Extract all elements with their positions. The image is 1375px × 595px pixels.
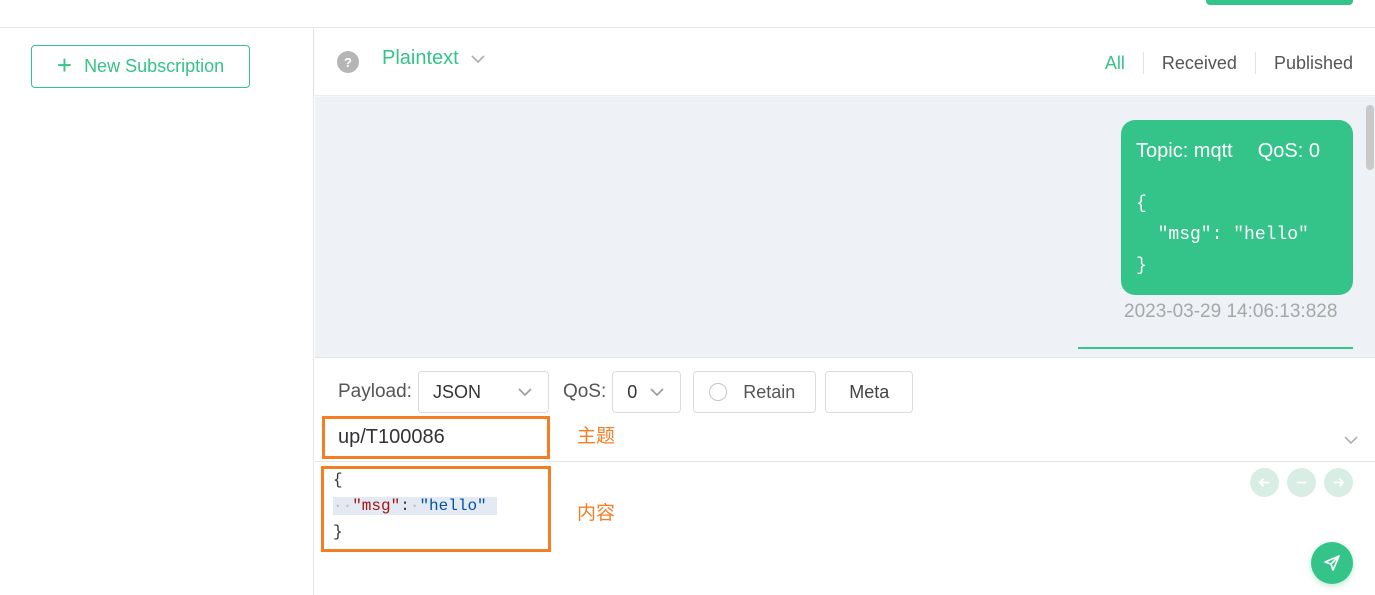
tab-received[interactable]: Received <box>1142 52 1255 74</box>
meta-button[interactable]: Meta <box>825 371 914 413</box>
code-line-1: { <box>333 471 343 489</box>
tab-published[interactable]: Published <box>1254 52 1353 74</box>
send-icon <box>1324 555 1340 571</box>
send-button[interactable] <box>1311 542 1353 584</box>
plus-icon: + <box>56 50 73 80</box>
publish-panel: Payload: JSON QoS: 0 Retain Meta up/T100… <box>315 357 1375 595</box>
chevron-down-icon <box>471 54 485 63</box>
topic-input[interactable]: up/T100086 <box>322 416 550 459</box>
new-subscription-label: New Subscription <box>84 56 225 76</box>
payload-annotation: 内容 <box>577 503 616 524</box>
chevron-down-icon[interactable] <box>1341 430 1361 450</box>
next-message-edge <box>1078 347 1353 349</box>
message-body: { "msg": "hello" } <box>1136 194 1309 276</box>
message-list: Topic: mqtt QoS: 0 { "msg": "hello" } 20… <box>315 97 1375 357</box>
message-topic: Topic: mqtt <box>1136 140 1233 162</box>
meta-label: Meta <box>849 381 890 402</box>
published-message-bubble[interactable]: Topic: mqtt QoS: 0 { "msg": "hello" } <box>1121 120 1353 295</box>
payload-format-select[interactable]: Plaintext <box>382 47 487 70</box>
message-qos: QoS: 0 <box>1257 140 1320 162</box>
chevron-down-icon <box>518 388 532 397</box>
qos-select[interactable]: 0 <box>612 371 682 413</box>
message-list-scrollbar[interactable] <box>1366 105 1374 170</box>
code-key: "msg" <box>352 497 401 515</box>
retain-checkbox[interactable]: Retain <box>693 371 817 413</box>
payload-label: Payload: <box>338 381 412 402</box>
arrow-left-icon <box>1258 478 1270 487</box>
format-label: Plaintext <box>382 47 459 69</box>
topic-annotation: 主题 <box>577 426 616 447</box>
message-filter-tabs: All Received Published <box>1087 52 1353 74</box>
top-bar <box>0 0 1375 28</box>
help-icon[interactable]: ? <box>337 51 359 73</box>
history-nav <box>1250 468 1353 497</box>
chevron-down-icon <box>650 388 664 397</box>
code-value: "hello" <box>419 497 487 515</box>
payload-type-value: JSON <box>432 381 481 402</box>
history-prev-button[interactable] <box>1250 468 1279 497</box>
message-timestamp: 2023-03-29 14:06:13:828 <box>1124 301 1338 322</box>
tab-all[interactable]: All <box>1087 52 1143 74</box>
connect-button[interactable] <box>1206 0 1353 5</box>
topic-value: up/T100086 <box>338 426 445 448</box>
editor-divider <box>315 461 1375 462</box>
payload-editor[interactable]: { ··"msg":·"hello" } <box>333 467 497 545</box>
subscriptions-panel: + New Subscription <box>0 28 314 595</box>
publish-options-row: Payload: JSON QoS: 0 Retain Meta <box>338 371 914 413</box>
history-next-button[interactable] <box>1324 468 1353 497</box>
payload-type-select[interactable]: JSON <box>417 371 549 413</box>
messages-header: ? Plaintext All Received Published <box>315 28 1375 96</box>
new-subscription-button[interactable]: + New Subscription <box>31 45 250 88</box>
code-line-3: } <box>333 523 343 541</box>
history-clear-button[interactable] <box>1287 468 1316 497</box>
code-line-2: ··"msg":·"hello" <box>333 493 497 519</box>
retain-radio-icon <box>709 383 728 401</box>
retain-label: Retain <box>743 381 796 402</box>
arrow-right-icon <box>1333 478 1345 487</box>
qos-label: QoS: <box>562 381 607 402</box>
qos-value: 0 <box>627 381 638 402</box>
minus-icon <box>1296 481 1307 484</box>
message-meta: Topic: mqtt QoS: 0 <box>1136 140 1338 163</box>
